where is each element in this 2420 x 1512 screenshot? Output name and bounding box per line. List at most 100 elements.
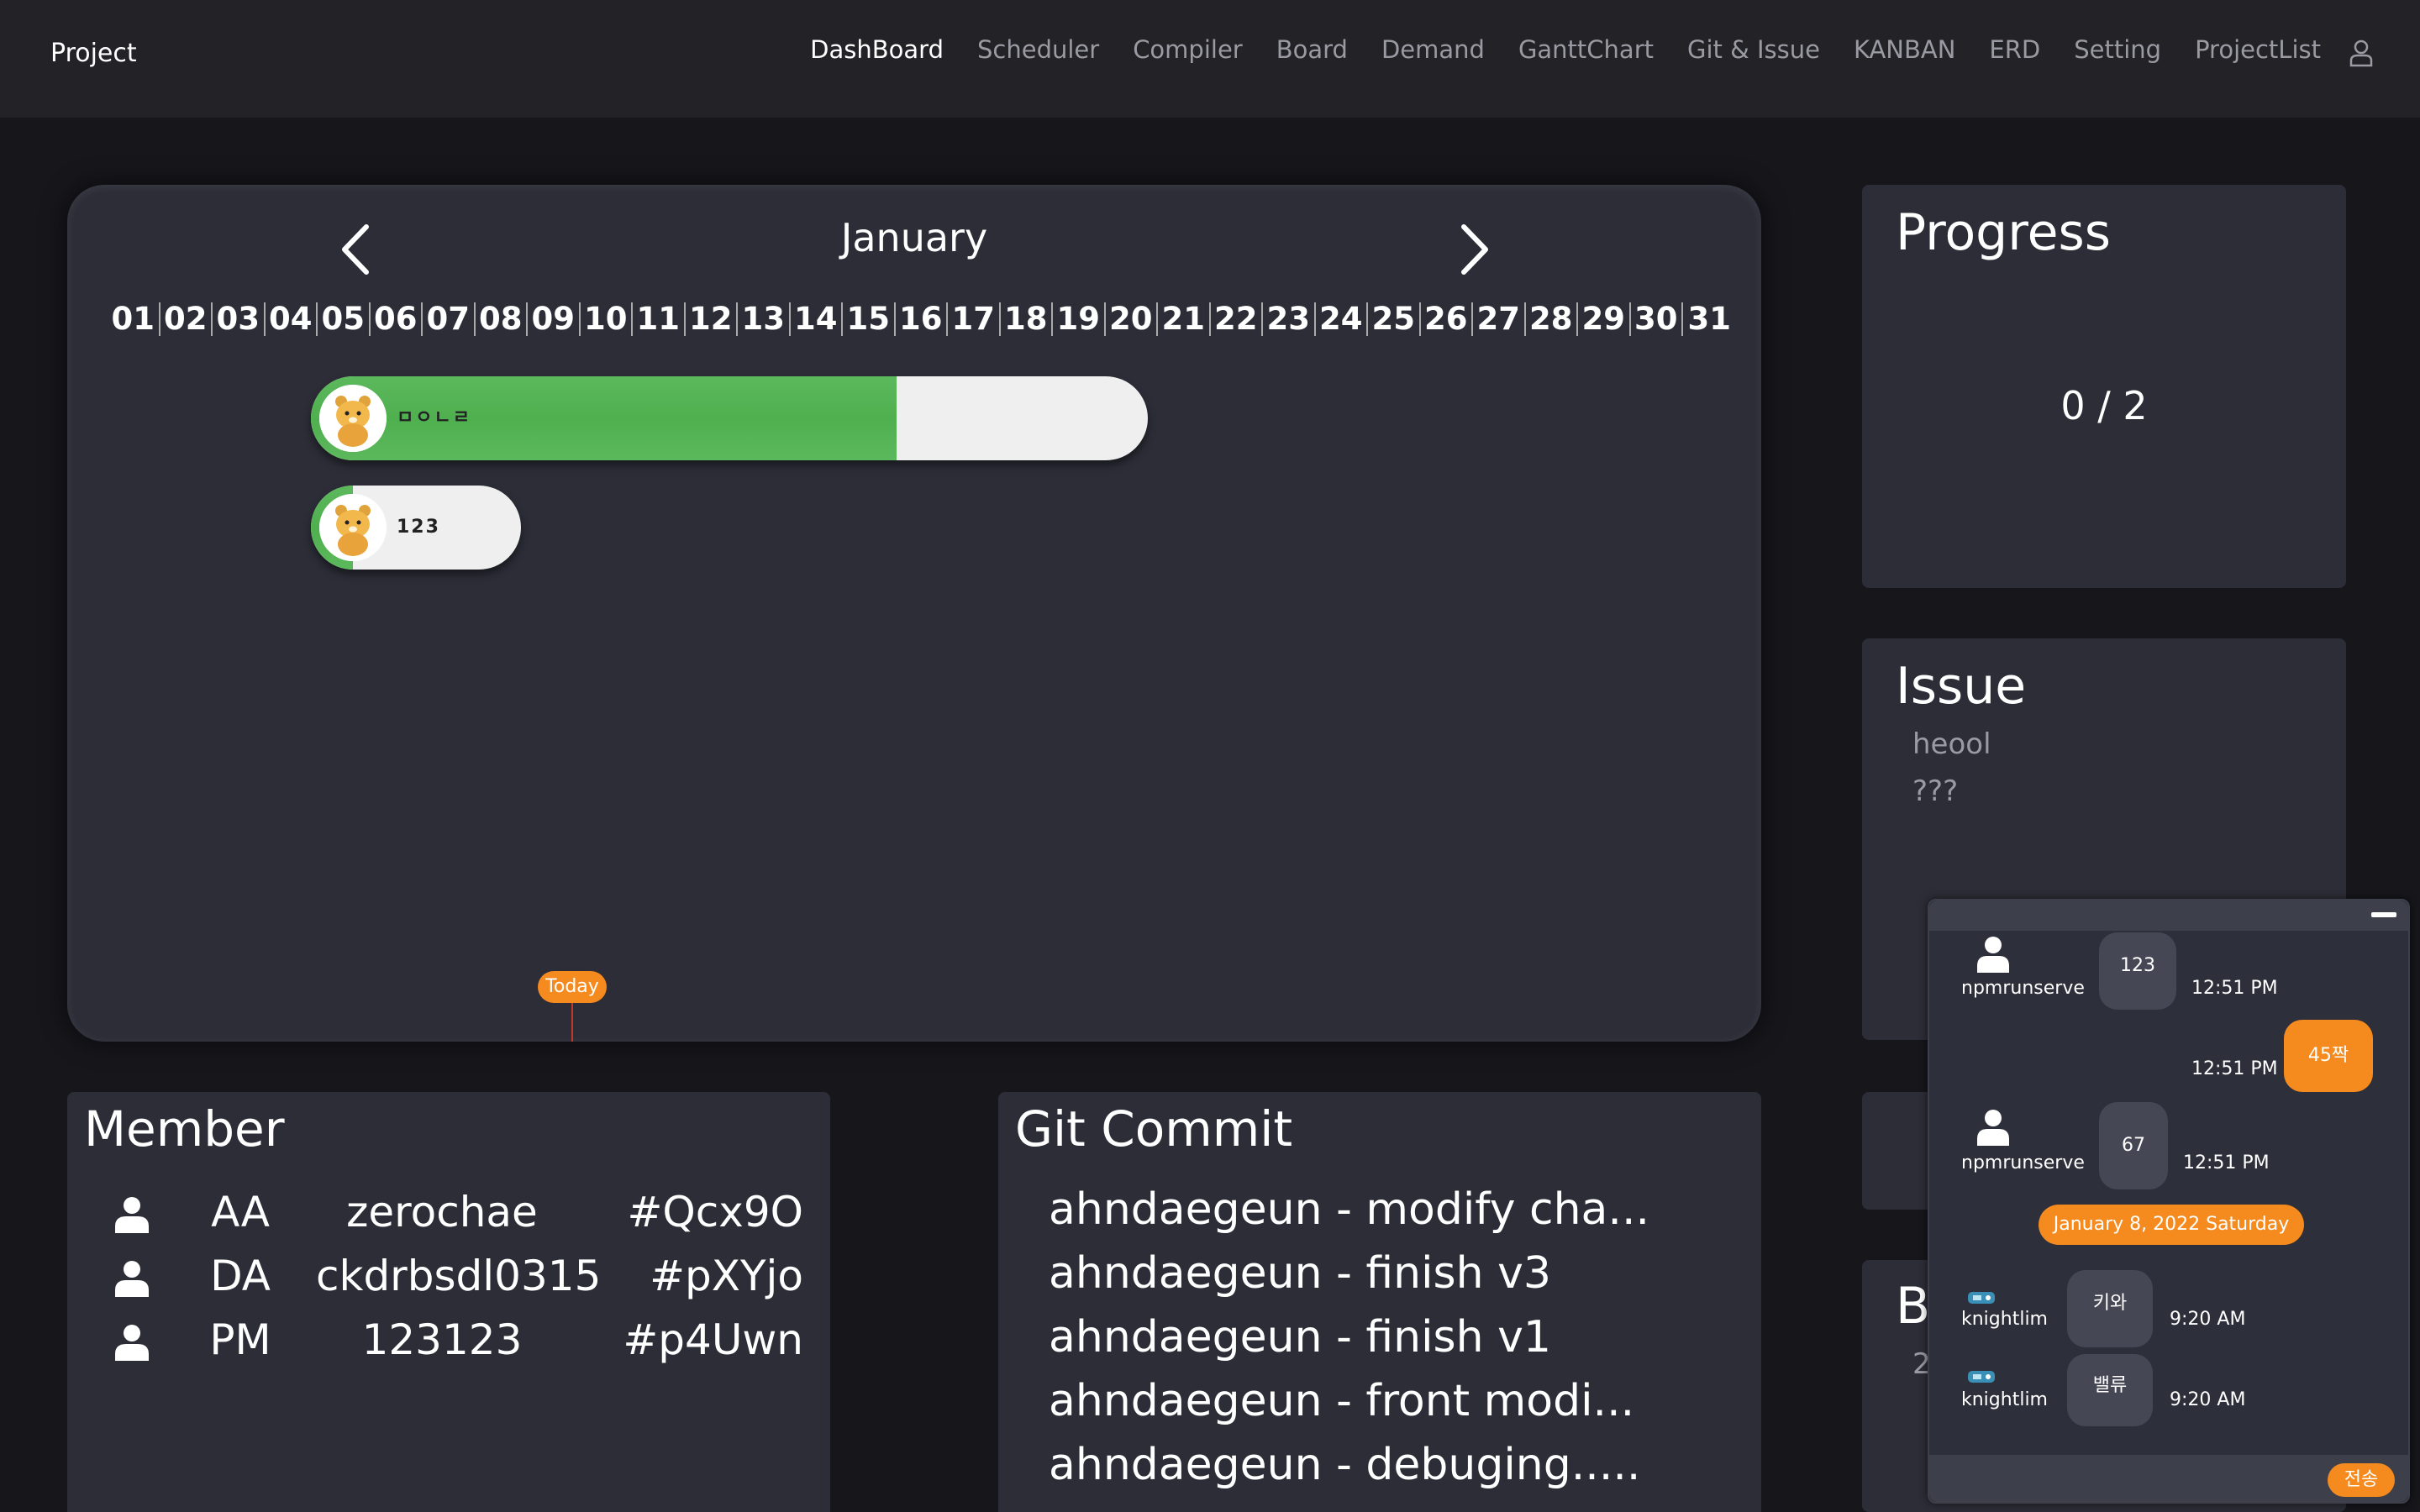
board-title: B: [1896, 1277, 1931, 1336]
chat-bubble-mine: 45짝: [2284, 1020, 2373, 1092]
nav-demand[interactable]: Demand: [1381, 35, 1485, 64]
day-label: 10: [581, 302, 633, 336]
person-icon: [115, 1261, 149, 1297]
chat-time: 9:20 AM: [2170, 1389, 2246, 1410]
day-label: 05: [318, 302, 371, 336]
chat-widget: npmrunserve 123 12:51 PM 12:51 PM 45짝 np…: [1928, 899, 2410, 1504]
month-title: January: [840, 215, 988, 260]
commit-item[interactable]: ahndaegeun - debuging.....: [1049, 1440, 1640, 1490]
nav-ganttchart[interactable]: GanttChart: [1518, 35, 1654, 64]
nav-compiler[interactable]: Compiler: [1133, 35, 1243, 64]
day-label: 02: [160, 302, 213, 336]
gantt-task-bar[interactable]: 123: [311, 486, 521, 570]
nav-board[interactable]: Board: [1276, 35, 1348, 64]
day-label: 03: [213, 302, 266, 336]
chat-username: npmrunserve: [1961, 978, 2085, 999]
gantt-task-bar[interactable]: ㅁㅇㄴㄹ: [311, 376, 1148, 460]
day-label: 27: [1473, 302, 1526, 336]
nav-kanban[interactable]: KANBAN: [1854, 35, 1955, 64]
nav-projectlist[interactable]: ProjectList: [2195, 35, 2321, 64]
bear-avatar-icon: [319, 385, 387, 452]
day-label: 17: [948, 302, 1001, 336]
day-label: 14: [791, 302, 843, 336]
next-month-icon[interactable]: [1447, 220, 1497, 279]
day-label: 09: [528, 302, 581, 336]
progress-card: Progress 0 / 2: [1862, 185, 2346, 588]
user-icon[interactable]: [2349, 39, 2373, 67]
today-line: [571, 1003, 573, 1042]
task-label: ㅁㅇㄴㄹ: [397, 407, 471, 428]
day-label: 13: [738, 302, 791, 336]
member-tag: #p4Uwn: [623, 1315, 803, 1364]
day-label: 30: [1631, 302, 1683, 336]
day-label: 08: [476, 302, 528, 336]
issue-item[interactable]: ???: [1912, 774, 1958, 808]
commit-item[interactable]: ahndaegeun - finish v3: [1049, 1248, 1551, 1299]
day-label: 24: [1316, 302, 1368, 336]
day-header: 01 02 03 04 05 06 07 08 09 10 11 12 13 1…: [108, 302, 1736, 336]
day-label: 18: [1001, 302, 1053, 336]
day-label: 01: [108, 302, 160, 336]
brand-link[interactable]: Project: [50, 39, 137, 68]
day-label: 25: [1368, 302, 1421, 336]
day-label: 16: [896, 302, 948, 336]
member-name: ckdrbsdl0315: [316, 1252, 602, 1300]
nav-git-issue[interactable]: Git & Issue: [1687, 35, 1820, 64]
commit-item[interactable]: ahndaegeun - modify cha...: [1049, 1184, 1649, 1235]
day-label: 19: [1053, 302, 1106, 336]
day-label: 31: [1687, 301, 1732, 337]
commit-item[interactable]: ahndaegeun - finish v1: [1049, 1312, 1551, 1362]
nav-setting[interactable]: Setting: [2074, 35, 2161, 64]
date-divider: January 8, 2022 Saturday: [2039, 1205, 2304, 1245]
commit-item[interactable]: ahndaegeun - front modi...: [1049, 1376, 1634, 1426]
day-label: 07: [423, 302, 476, 336]
issue-item[interactable]: heool: [1912, 727, 1991, 761]
git-title: Git Commit: [1015, 1100, 1293, 1158]
member-name: 123123: [361, 1315, 523, 1364]
nav-erd[interactable]: ERD: [1989, 35, 2040, 64]
chat-username: npmrunserve: [1961, 1152, 2085, 1173]
top-navbar: Project DashBoard Scheduler Compiler Boa…: [0, 0, 2420, 118]
day-label: 11: [633, 302, 686, 336]
day-label: 15: [843, 302, 896, 336]
member-role: DA: [210, 1252, 271, 1300]
day-label: 20: [1106, 302, 1158, 336]
member-row: DA ckdrbsdl0315 #pXYjo: [114, 1252, 803, 1302]
chat-bubble: 67: [2099, 1102, 2168, 1189]
day-label: 28: [1526, 302, 1578, 336]
day-label: 04: [266, 302, 318, 336]
send-button[interactable]: 전송: [2328, 1463, 2395, 1497]
nav-dashboard[interactable]: DashBoard: [810, 35, 944, 64]
bear-avatar-icon: [319, 494, 387, 561]
day-label: 21: [1158, 302, 1211, 336]
today-badge: Today: [538, 971, 607, 1003]
member-title: Member: [84, 1100, 285, 1158]
day-label: 23: [1263, 302, 1316, 336]
member-tag: #Qcx9O: [627, 1188, 804, 1236]
chat-input-bar[interactable]: 전송: [1929, 1455, 2408, 1502]
nav-scheduler[interactable]: Scheduler: [977, 35, 1099, 64]
chat-time: 9:20 AM: [2170, 1309, 2246, 1330]
day-label: 26: [1421, 302, 1473, 336]
person-icon: [115, 1325, 149, 1361]
day-label: 06: [371, 302, 423, 336]
member-role: AA: [211, 1188, 270, 1236]
member-role: PM: [209, 1315, 271, 1364]
chat-time: 12:51 PM: [2191, 978, 2278, 999]
progress-value: 0 / 2: [2060, 383, 2148, 428]
nav-links: DashBoard Scheduler Compiler Board Deman…: [776, 35, 2373, 67]
chat-bubble: 키와: [2067, 1270, 2153, 1347]
day-label: 22: [1211, 302, 1263, 336]
chat-header: [1929, 900, 2408, 931]
day-label: 12: [686, 302, 738, 336]
avatar: [319, 385, 387, 452]
person-icon: [115, 1197, 149, 1233]
member-name: zerochae: [346, 1188, 538, 1236]
minimize-icon[interactable]: [2371, 912, 2396, 917]
progress-title: Progress: [1896, 203, 2112, 262]
chat-bubble: 123: [2099, 932, 2176, 1010]
chat-username: knightlim: [1961, 1309, 2048, 1330]
chat-time: 12:51 PM: [2183, 1152, 2270, 1173]
task-label: 123: [397, 517, 440, 538]
member-card: Member AA zerochae #Qcx9O DA ckdrbsdl031…: [67, 1092, 830, 1512]
